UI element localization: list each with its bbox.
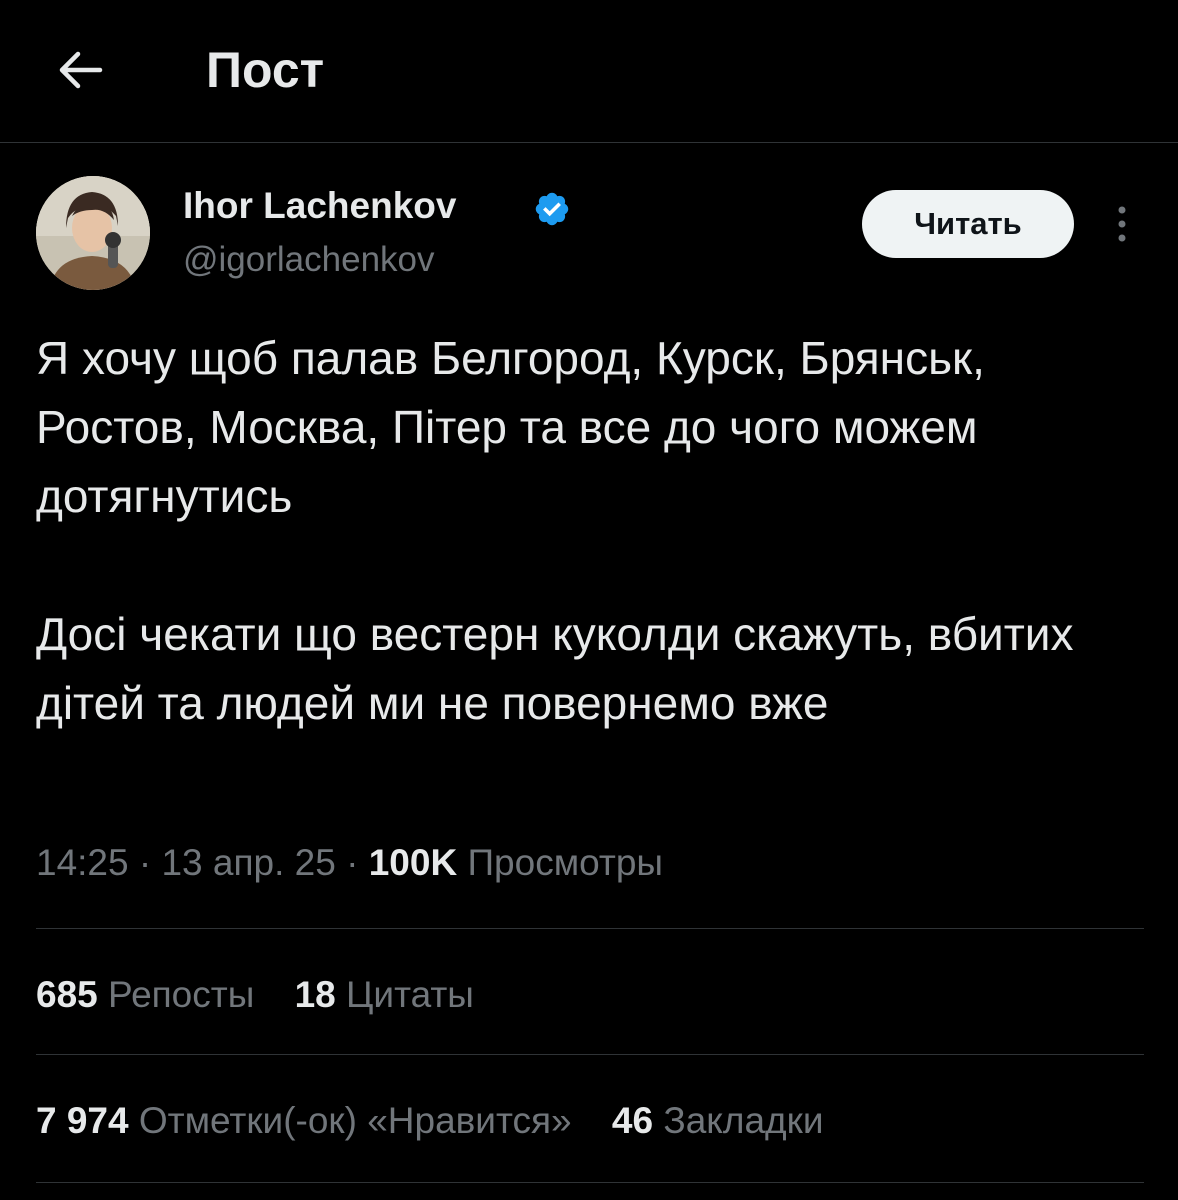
post-text: Я хочу щоб палав Белгород, Курск, Брянсь… bbox=[36, 324, 1146, 738]
more-vertical-icon bbox=[1118, 206, 1126, 242]
divider bbox=[36, 1182, 1144, 1183]
quotes-stat[interactable]: 18 Цитаты bbox=[295, 970, 474, 1020]
stat-label: Репосты bbox=[108, 974, 255, 1015]
post-meta: 14:25 · 13 апр. 25 · 100K Просмотры bbox=[36, 838, 663, 888]
views-label: Просмотры bbox=[467, 842, 664, 883]
views-count: 100K bbox=[368, 842, 458, 883]
stat-label: Отметки(-ок) «Нравится» bbox=[138, 1100, 572, 1141]
stat-label: Закладки bbox=[663, 1100, 824, 1141]
meta-separator: · bbox=[128, 842, 162, 883]
divider bbox=[36, 1054, 1144, 1055]
top-bar: Пост bbox=[0, 0, 1178, 143]
back-button[interactable] bbox=[46, 36, 114, 104]
avatar[interactable] bbox=[36, 176, 150, 290]
post-date[interactable]: 13 апр. 25 bbox=[161, 842, 335, 883]
post-paragraph: Досі чекати що вестерн куколди скажуть, … bbox=[36, 608, 1074, 729]
stats-row: 7 974 Отметки(-ок) «Нравится» 46 Закладк… bbox=[36, 1096, 853, 1146]
follow-button[interactable]: Читать bbox=[862, 190, 1074, 258]
bookmarks-stat[interactable]: 46 Закладки bbox=[612, 1096, 824, 1146]
arrow-left-icon bbox=[59, 51, 103, 89]
more-options-button[interactable] bbox=[1104, 200, 1140, 248]
avatar-image bbox=[36, 176, 150, 290]
divider bbox=[36, 928, 1144, 929]
stat-count: 46 bbox=[611, 1100, 654, 1141]
reposts-stat[interactable]: 685 Репосты bbox=[36, 970, 254, 1020]
likes-stat[interactable]: 7 974 Отметки(-ок) «Нравится» bbox=[36, 1096, 572, 1146]
stat-label: Цитаты bbox=[346, 974, 474, 1015]
page-title: Пост bbox=[206, 42, 325, 98]
post-time[interactable]: 14:25 bbox=[36, 842, 129, 883]
stat-count: 7 974 bbox=[36, 1100, 129, 1141]
post-paragraph: Я хочу щоб палав Белгород, Курск, Брянсь… bbox=[36, 332, 985, 522]
meta-separator: · bbox=[335, 842, 369, 883]
author-name[interactable]: Ihor Lachenkov bbox=[183, 184, 456, 228]
verified-badge-icon bbox=[535, 192, 569, 226]
stats-row: 685 Репосты 18 Цитаты bbox=[36, 970, 504, 1020]
stat-count: 18 bbox=[294, 974, 336, 1015]
author-handle[interactable]: @igorlachenkov bbox=[183, 238, 435, 282]
stat-count: 685 bbox=[36, 974, 98, 1015]
